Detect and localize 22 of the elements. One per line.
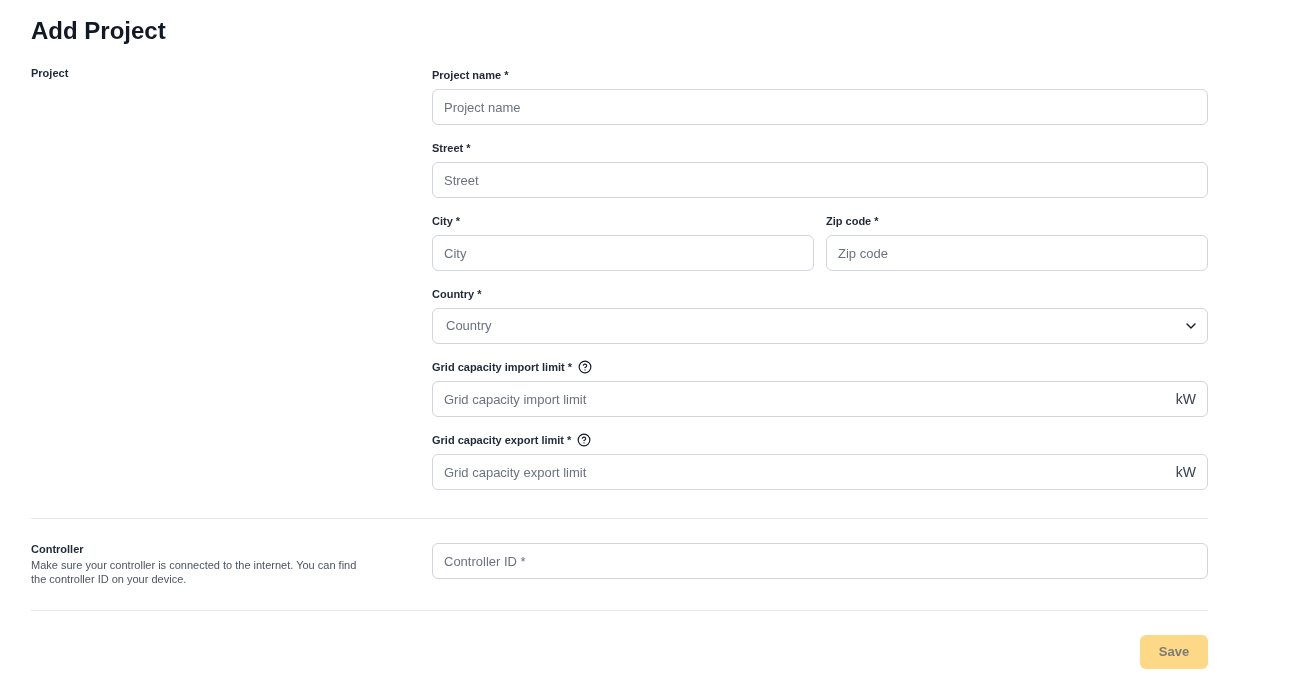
- help-icon[interactable]: [577, 433, 592, 447]
- input-field[interactable]: Project name: [432, 89, 1208, 125]
- input-field[interactable]: Controller ID *: [432, 543, 1208, 579]
- field-label: Country *: [432, 287, 482, 302]
- field-label: Grid capacity import limit *: [432, 360, 572, 375]
- unit-label: kW: [1175, 463, 1196, 481]
- field-label: City *: [432, 214, 461, 229]
- section-title: Project: [31, 66, 69, 81]
- input-field[interactable]: City: [432, 235, 814, 271]
- help-icon[interactable]: [578, 360, 592, 374]
- dropdown-placeholder: Country: [446, 317, 492, 336]
- field-label: Project name *: [432, 68, 509, 83]
- field-label: Grid capacity export limit *: [432, 433, 572, 448]
- input-field[interactable]: Zip code: [826, 235, 1208, 271]
- unit-label: kW: [1175, 390, 1196, 408]
- field-label: Street *: [432, 141, 471, 156]
- section-description: Make sure your controller is connected to the internet. You can find the controller ID on your device.: [31, 558, 358, 586]
- page-title: Add Project: [31, 16, 166, 46]
- field-label: Zip code *: [826, 214, 879, 229]
- input-field[interactable]: Street: [432, 162, 1208, 198]
- section-title: Controller: [31, 542, 84, 557]
- dropdown-select[interactable]: Country: [432, 308, 1208, 344]
